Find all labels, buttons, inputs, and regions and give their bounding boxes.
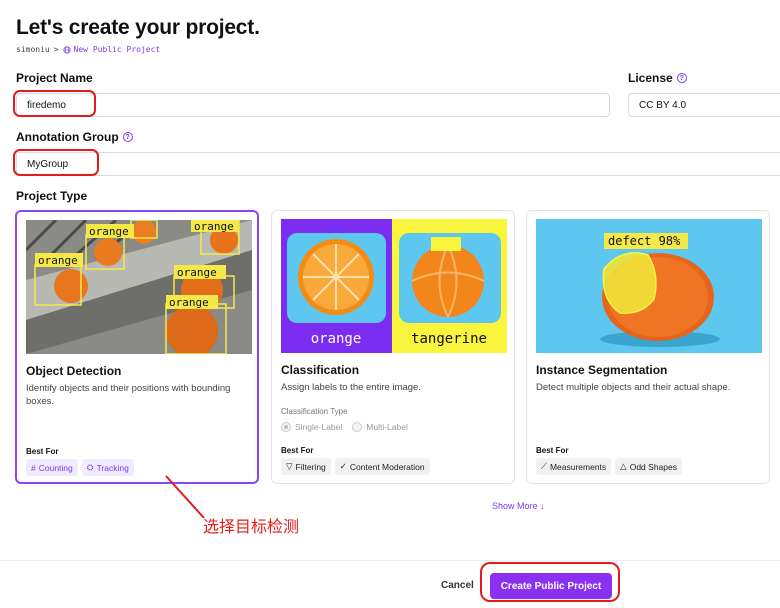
annotation-note: 选择目标检测	[203, 519, 300, 536]
od-label-3: orange	[194, 220, 234, 233]
project-name-input[interactable]: firedemo	[16, 93, 610, 117]
show-more-button[interactable]: Show More ↓	[492, 501, 545, 511]
classification-description: Assign labels to the entire image.	[281, 382, 421, 393]
best-for-label: Best For	[281, 446, 314, 455]
radio-multi-label[interactable]: Multi-Label	[352, 422, 408, 432]
chip-filtering-label: Filtering	[295, 461, 326, 472]
best-for-label: Best For	[536, 446, 569, 455]
annotation-group-input[interactable]: MyGroup	[16, 152, 780, 176]
instance-segmentation-description: Detect multiple objects and their actual…	[536, 382, 731, 393]
project-name-label: Project Name	[16, 71, 93, 85]
chip-tracking-label: Tracking	[96, 462, 129, 473]
help-icon[interactable]: ?	[122, 132, 133, 142]
od-label-4: orange	[177, 266, 217, 279]
annotation-highlight-name	[13, 90, 96, 117]
license-label-text: License	[628, 71, 673, 85]
classification-label-orange: orange	[311, 331, 362, 347]
globe-icon	[62, 45, 71, 54]
od-label-2: orange	[89, 225, 129, 238]
ruler-icon: ⟋	[541, 461, 547, 471]
arrow-down-icon: ↓	[540, 501, 545, 511]
classification-image: orange tangerine	[281, 219, 507, 353]
chip-content-moderation: ✓ Content Moderation	[334, 458, 430, 475]
breadcrumb-current[interactable]: New Public Project	[62, 45, 161, 54]
annotation-highlight-group	[13, 149, 99, 176]
chip-odd-shapes-label: Odd Shapes	[629, 461, 677, 472]
chip-odd-shapes: △ Odd Shapes	[615, 458, 682, 475]
license-label: License ?	[628, 71, 687, 85]
check-icon: ✓	[339, 461, 347, 471]
chip-filtering: ▽ Filtering	[281, 458, 331, 475]
segmentation-label: defect 98%	[608, 234, 681, 248]
breadcrumb-separator: >	[53, 45, 59, 54]
classification-title: Classification	[281, 363, 360, 377]
license-select[interactable]: CC BY 4.0	[628, 93, 780, 117]
project-type-instance-segmentation[interactable]: defect 98% Instance Segmentation Detect …	[526, 210, 770, 484]
chip-content-moderation-label: Content Moderation	[349, 461, 425, 472]
radio-multi-label-text: Multi-Label	[366, 422, 408, 432]
chip-tracking: ⛭ Tracking	[81, 459, 134, 476]
tracking-icon: ⛭	[86, 462, 94, 472]
chip-measurements-label: Measurements	[549, 461, 607, 472]
annotation-group-label: Annotation Group ?	[16, 130, 133, 144]
footer-divider	[0, 560, 780, 561]
hash-icon: #	[31, 462, 36, 473]
object-detection-title: Object Detection	[26, 364, 122, 378]
radio-dot	[281, 422, 291, 432]
shapes-icon: △	[620, 461, 627, 471]
annotation-highlight-create	[480, 562, 620, 602]
classification-label-tangerine: tangerine	[411, 331, 487, 347]
annotation-group-label-text: Annotation Group	[16, 130, 119, 144]
page-title: Let's create your project.	[16, 16, 260, 39]
od-label-5: orange	[169, 296, 209, 309]
chip-counting: # Counting	[26, 459, 78, 476]
instance-segmentation-title: Instance Segmentation	[536, 363, 668, 377]
chip-counting-label: Counting	[38, 462, 73, 473]
object-detection-description: Identify objects and their positions wit…	[26, 383, 231, 407]
object-detection-image: orange orange orange orange orange	[26, 220, 252, 354]
project-name-label-text: Project Name	[16, 71, 93, 85]
classification-type-label: Classification Type	[281, 407, 348, 416]
od-label-1: orange	[38, 254, 78, 267]
project-type-object-detection[interactable]: orange orange orange orange orange Objec…	[15, 210, 259, 484]
breadcrumb: simoniu > New Public Project	[16, 45, 160, 54]
show-more-label: Show More	[492, 501, 538, 511]
radio-single-label[interactable]: Single-Label	[281, 422, 342, 432]
help-icon[interactable]: ?	[676, 73, 687, 83]
best-for-label: Best For	[26, 447, 59, 456]
filter-icon: ▽	[286, 461, 293, 471]
radio-dot	[352, 422, 363, 432]
cancel-button[interactable]: Cancel	[441, 580, 474, 591]
instance-segmentation-image: defect 98%	[536, 219, 762, 353]
project-type-classification[interactable]: orange tangerine Classification Assign l…	[271, 210, 515, 484]
radio-single-label-text: Single-Label	[295, 422, 343, 432]
breadcrumb-current-label: New Public Project	[73, 45, 161, 54]
chip-measurements: ⟋ Measurements	[536, 458, 612, 475]
project-type-label: Project Type	[16, 189, 88, 203]
breadcrumb-user[interactable]: simoniu	[16, 45, 50, 54]
